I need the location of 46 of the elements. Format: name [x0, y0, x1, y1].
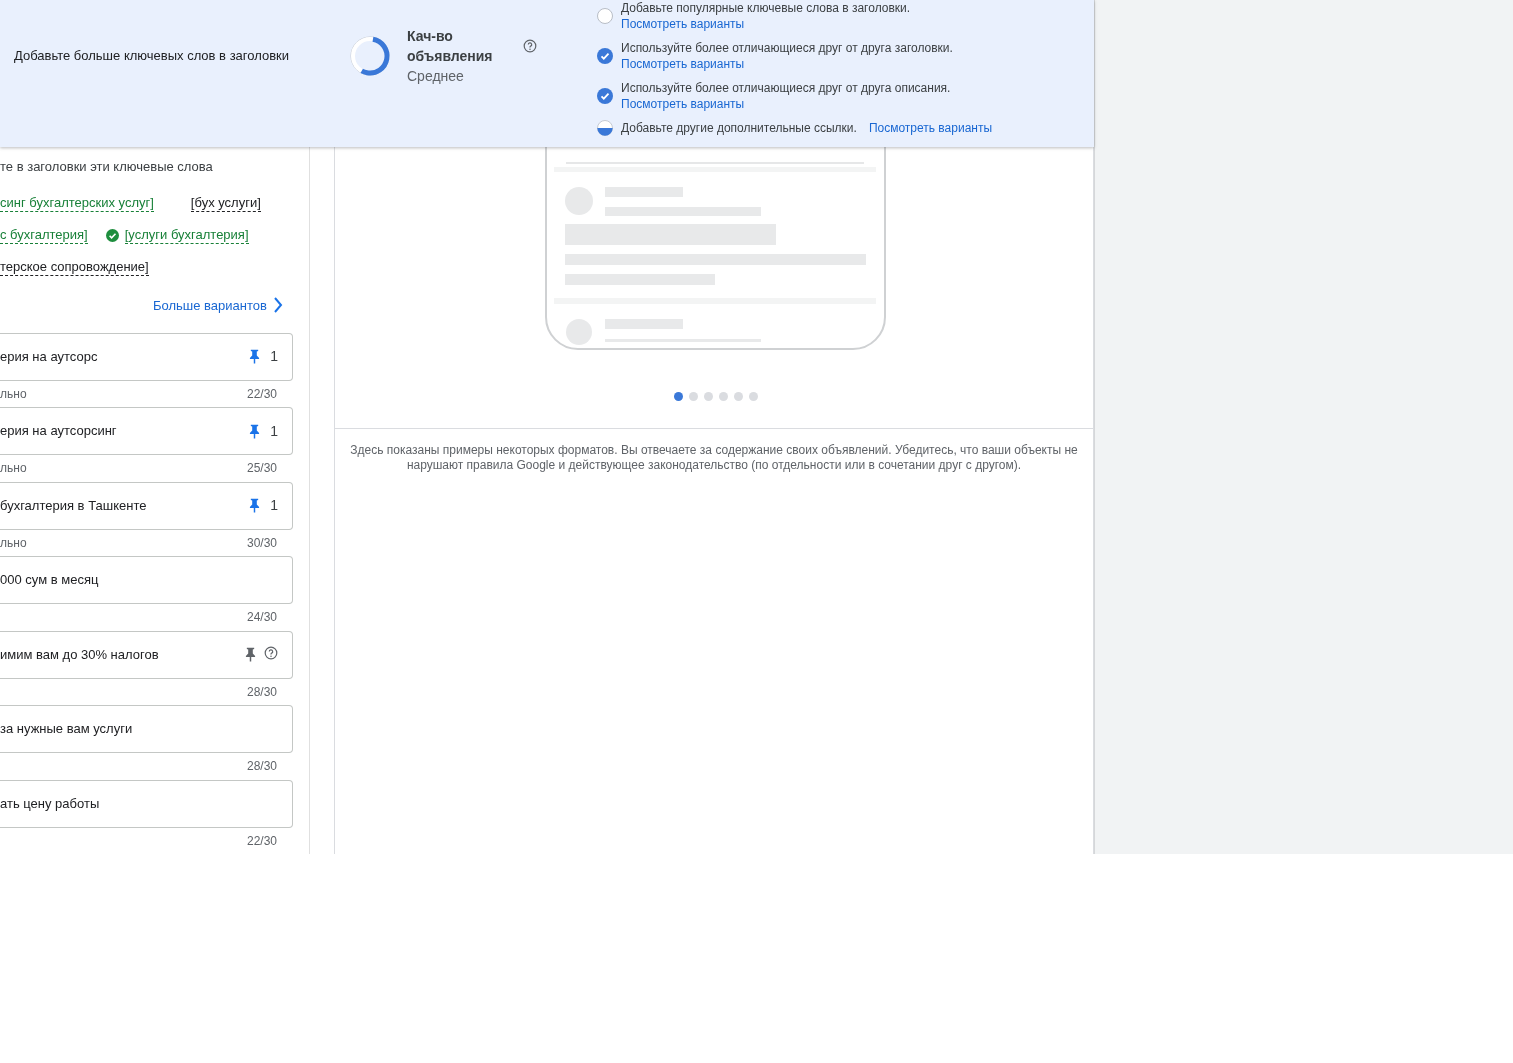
view-options-link[interactable]: Посмотреть варианты — [621, 16, 745, 32]
pin-icon[interactable] — [249, 498, 261, 513]
headline-field[interactable]: за нужные вам услуги — [0, 705, 293, 753]
headline-field[interactable]: ать цену работы — [0, 779, 293, 828]
pin-icon[interactable] — [249, 423, 261, 439]
view-options-link[interactable]: Посмотреть варианты — [621, 96, 745, 112]
view-options-link[interactable]: Посмотреть варианты — [621, 56, 745, 72]
field-hint: льно — [0, 460, 28, 478]
disclaimer-text: Здесь показаны примеры некоторых форматов. Вы отвечаете за содержание своих объявлений. Убедитесь, что ваши объекты не нарушают правила Google и действующее законодательство (по отдельности или в сочетании друг с другом). — [349, 443, 1079, 473]
headline-field[interactable]: ерия на аутсорсинг 1 — [0, 407, 293, 455]
pin-position: 1 — [270, 496, 278, 515]
headline-field[interactable]: бухгалтерия в Ташкенте 1 — [0, 481, 293, 530]
keyword-chip[interactable]: [услуги бухгалтерия] — [124, 226, 249, 244]
help-icon — [523, 39, 537, 53]
keyword-chip[interactable]: с бухгалтерия] — [0, 226, 88, 244]
suggestion-text: Добавьте популярные ключевые слова в заголовки. — [621, 0, 911, 16]
headline-field[interactable]: ерия на аутсорс 1 — [0, 332, 293, 381]
quality-title: Кач-во объявления — [407, 27, 494, 66]
keyword-chip[interactable]: [бух услуги] — [190, 194, 261, 212]
chevron-right-icon — [272, 297, 283, 314]
field-hint: льно — [0, 385, 28, 403]
pin-icon[interactable] — [245, 647, 256, 662]
suggestion-text: Используйте более отличающиеся друг от друга описания. — [621, 80, 951, 96]
char-counter: 28/30 — [246, 758, 277, 776]
more-options-link[interactable]: Больше вариантов — [153, 295, 283, 316]
headline-field[interactable]: имим вам до 30% налогов — [0, 630, 293, 679]
pin-icon[interactable] — [249, 349, 261, 364]
tip-text: Добавьте больше ключевых слов в заголовки — [14, 48, 291, 64]
quality-rating: Среднее — [407, 67, 465, 86]
char-counter: 22/30 — [246, 832, 277, 850]
field-hint: льно — [0, 534, 28, 552]
char-counter: 25/30 — [246, 460, 277, 478]
char-counter: 28/30 — [246, 683, 277, 701]
keyword-chip[interactable]: синг бухгалтерских услуг] — [0, 194, 154, 212]
quality-donut-icon — [349, 35, 391, 77]
keyword-chip[interactable]: терское сопровождение] — [0, 258, 149, 276]
keywords-intro: те в заголовки эти ключевые слова — [0, 159, 214, 175]
suggestion-text: Добавьте другие дополнительные ссылки. — [621, 120, 857, 136]
char-counter: 24/30 — [246, 609, 277, 627]
view-options-link[interactable]: Посмотреть варианты — [868, 120, 993, 136]
pin-position: 1 — [270, 347, 278, 366]
char-counter: 30/30 — [246, 534, 277, 552]
char-counter: 22/30 — [246, 385, 277, 403]
headline-field[interactable]: 000 сум в месяц — [0, 556, 293, 604]
pin-position: 1 — [270, 421, 278, 441]
suggestion-text: Используйте более отличающиеся друг от друга заголовки. — [621, 40, 953, 56]
